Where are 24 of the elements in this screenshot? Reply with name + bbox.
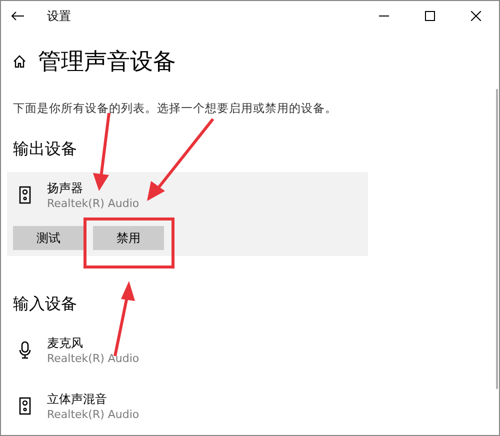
microphone-icon — [19, 341, 31, 359]
close-icon[interactable] — [471, 11, 481, 21]
device-driver: Realtek(R) Audio — [47, 352, 140, 365]
speaker-icon — [19, 186, 31, 204]
test-button[interactable]: 测试 — [13, 226, 84, 250]
scrollbar-thumb[interactable] — [496, 89, 498, 389]
description-text: 下面是你所有设备的列表。选择一个想要启用或禁用的设备。 — [13, 101, 338, 116]
window-title: 设置 — [47, 8, 72, 24]
back-icon[interactable] — [11, 11, 25, 21]
device-item[interactable]: 立体声混音 Realtek(R) Audio — [7, 383, 368, 427]
device-item[interactable]: 麦克风 Realtek(R) Audio — [7, 327, 368, 371]
section-title: 输入设备 — [13, 294, 78, 315]
section-title: 输出设备 — [13, 139, 78, 160]
maximize-icon[interactable] — [425, 11, 435, 21]
speaker-icon — [19, 397, 31, 415]
page-title: 管理声音设备 — [38, 48, 176, 76]
home-icon[interactable] — [13, 54, 26, 68]
disable-button[interactable]: 禁用 — [93, 226, 164, 250]
device-name: 立体声混音 — [47, 391, 108, 408]
device-driver: Realtek(R) Audio — [47, 408, 140, 421]
device-name: 麦克风 — [47, 335, 84, 352]
device-driver: Realtek(R) Audio — [47, 197, 140, 210]
device-name: 扬声器 — [47, 180, 84, 197]
device-item[interactable]: 扬声器 Realtek(R) Audio 测试 禁用 — [7, 172, 368, 256]
